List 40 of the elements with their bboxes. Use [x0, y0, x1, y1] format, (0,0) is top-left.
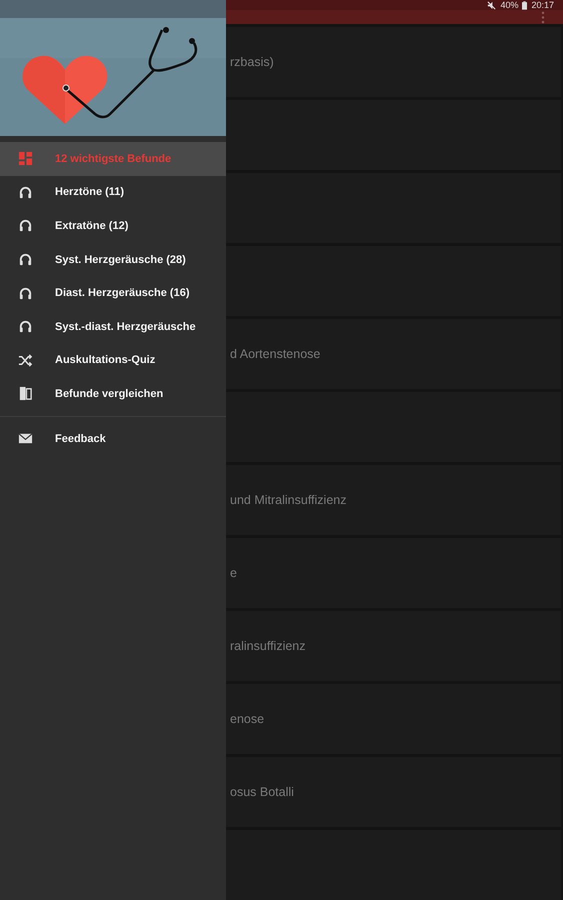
card-title: osus Botalli	[229, 785, 294, 799]
more-options-icon[interactable]	[541, 10, 545, 24]
headphones-icon	[18, 286, 33, 301]
list-card[interactable]: und Mitralinsuffizienz	[226, 465, 561, 535]
list-card[interactable]: d Aortenstenose	[226, 319, 561, 389]
headphones-icon	[18, 319, 33, 334]
list-card[interactable]: e	[226, 538, 561, 608]
drawer-item[interactable]: Feedback	[0, 422, 226, 456]
compare-icon	[18, 386, 33, 402]
headphones-icon	[18, 184, 33, 200]
list-card[interactable]: rzbasis)	[226, 27, 561, 97]
list-card[interactable]: ralinsuffizienz	[226, 611, 561, 681]
card-title: ralinsuffizienz	[229, 639, 306, 653]
battery-icon	[522, 0, 528, 10]
list-card[interactable]: osus Botalli	[226, 757, 561, 827]
drawer-item[interactable]: Syst. Herzgeräusche (28)	[0, 242, 226, 276]
card-title: rzbasis)	[229, 55, 274, 69]
battery-level: 40%	[500, 0, 518, 10]
drawer-item[interactable]: Befunde vergleichen	[0, 377, 226, 411]
headphones-icon	[18, 218, 33, 234]
list-card[interactable]: enose	[226, 684, 561, 754]
card-title: und Mitralinsuffizienz	[229, 493, 346, 507]
list-card[interactable]	[226, 246, 561, 316]
list-card[interactable]	[226, 100, 561, 170]
drawer-item[interactable]: Herztöne (11)	[0, 176, 226, 210]
grid-icon	[18, 151, 33, 166]
drawer-item[interactable]: Extratöne (12)	[0, 209, 226, 243]
card-title: e	[229, 566, 237, 580]
card-title: enose	[229, 712, 264, 726]
drawer-item[interactable]: Diast. Herzgeräusche (16)	[0, 276, 226, 310]
list-card[interactable]	[226, 173, 561, 243]
list-card[interactable]	[226, 830, 561, 900]
drawer-item[interactable]: Syst.-diast. Herzgeräusche	[0, 310, 226, 344]
mute-icon	[487, 0, 496, 10]
card-title: d Aortenstenose	[229, 347, 320, 361]
headphones-icon	[18, 252, 33, 268]
clock: 20:17	[531, 0, 554, 10]
shuffle-icon	[18, 352, 33, 368]
list-card[interactable]	[226, 392, 561, 462]
drawer-item[interactable]: Auskultations-Quiz	[0, 344, 226, 378]
